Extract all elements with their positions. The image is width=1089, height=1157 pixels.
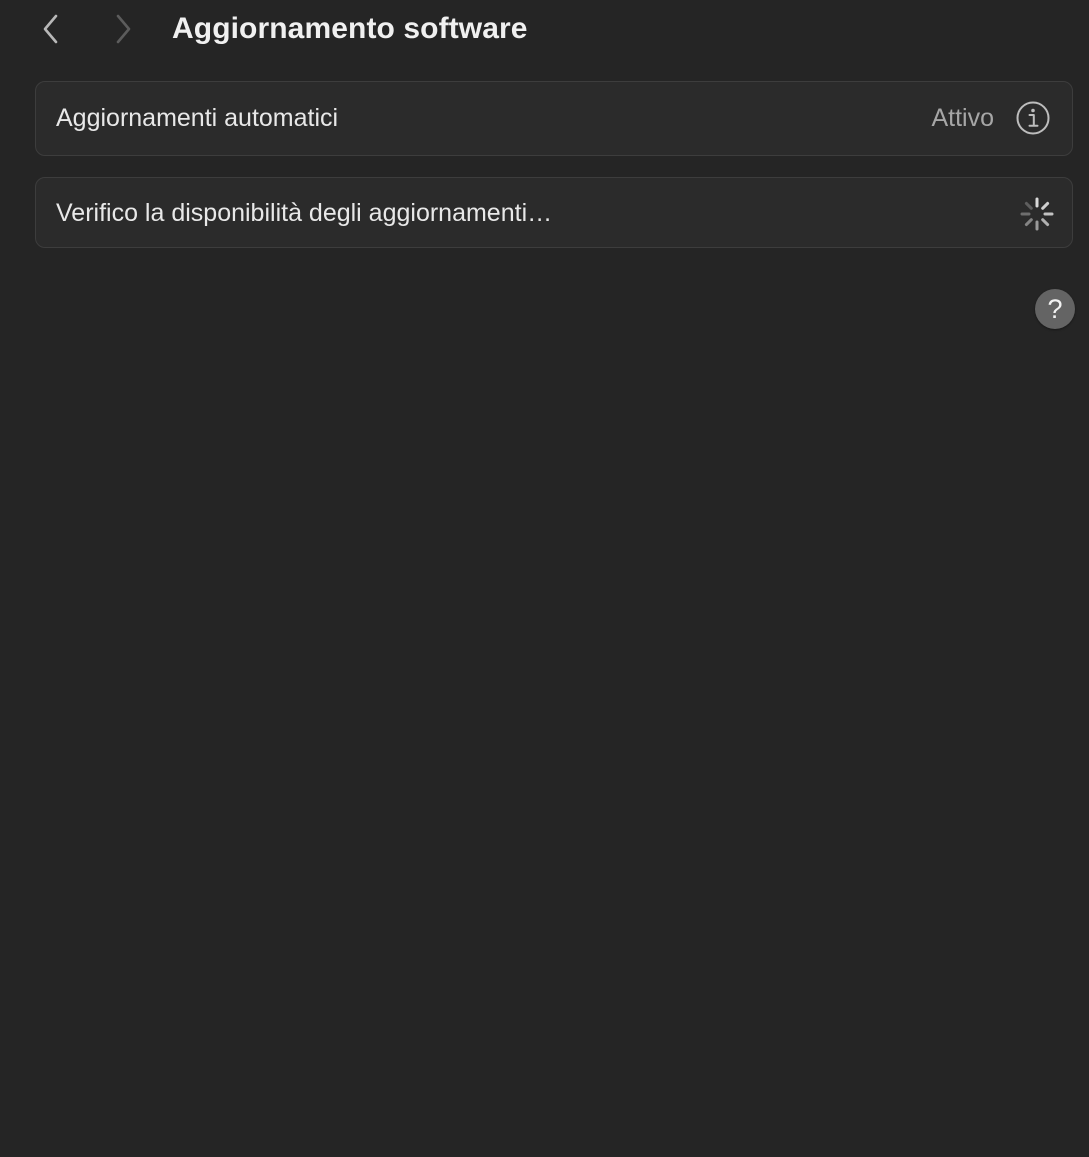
chevron-left-icon xyxy=(43,14,58,44)
page-title: Aggiornamento software xyxy=(172,12,528,45)
help-button[interactable]: ? xyxy=(1035,289,1075,329)
chevron-right-icon xyxy=(116,14,131,44)
automatic-updates-status: Attivo xyxy=(931,104,994,132)
automatic-updates-label: Aggiornamenti automatici xyxy=(56,104,339,132)
help-icon: ? xyxy=(1047,294,1063,324)
info-button[interactable] xyxy=(1015,100,1051,136)
update-check-label: Verifico la disponibilità degli aggiorna… xyxy=(56,199,553,227)
info-icon xyxy=(1016,101,1050,135)
back-button[interactable] xyxy=(36,12,66,46)
forward-button[interactable] xyxy=(108,12,138,46)
automatic-updates-row[interactable]: Aggiornamenti automatici Attivo xyxy=(35,81,1073,156)
spinner-icon xyxy=(1020,197,1054,231)
update-check-row: Verifico la disponibilità degli aggiorna… xyxy=(35,177,1073,248)
software-update-pane: Aggiornamento software Aggiornamenti aut… xyxy=(0,0,1089,1157)
